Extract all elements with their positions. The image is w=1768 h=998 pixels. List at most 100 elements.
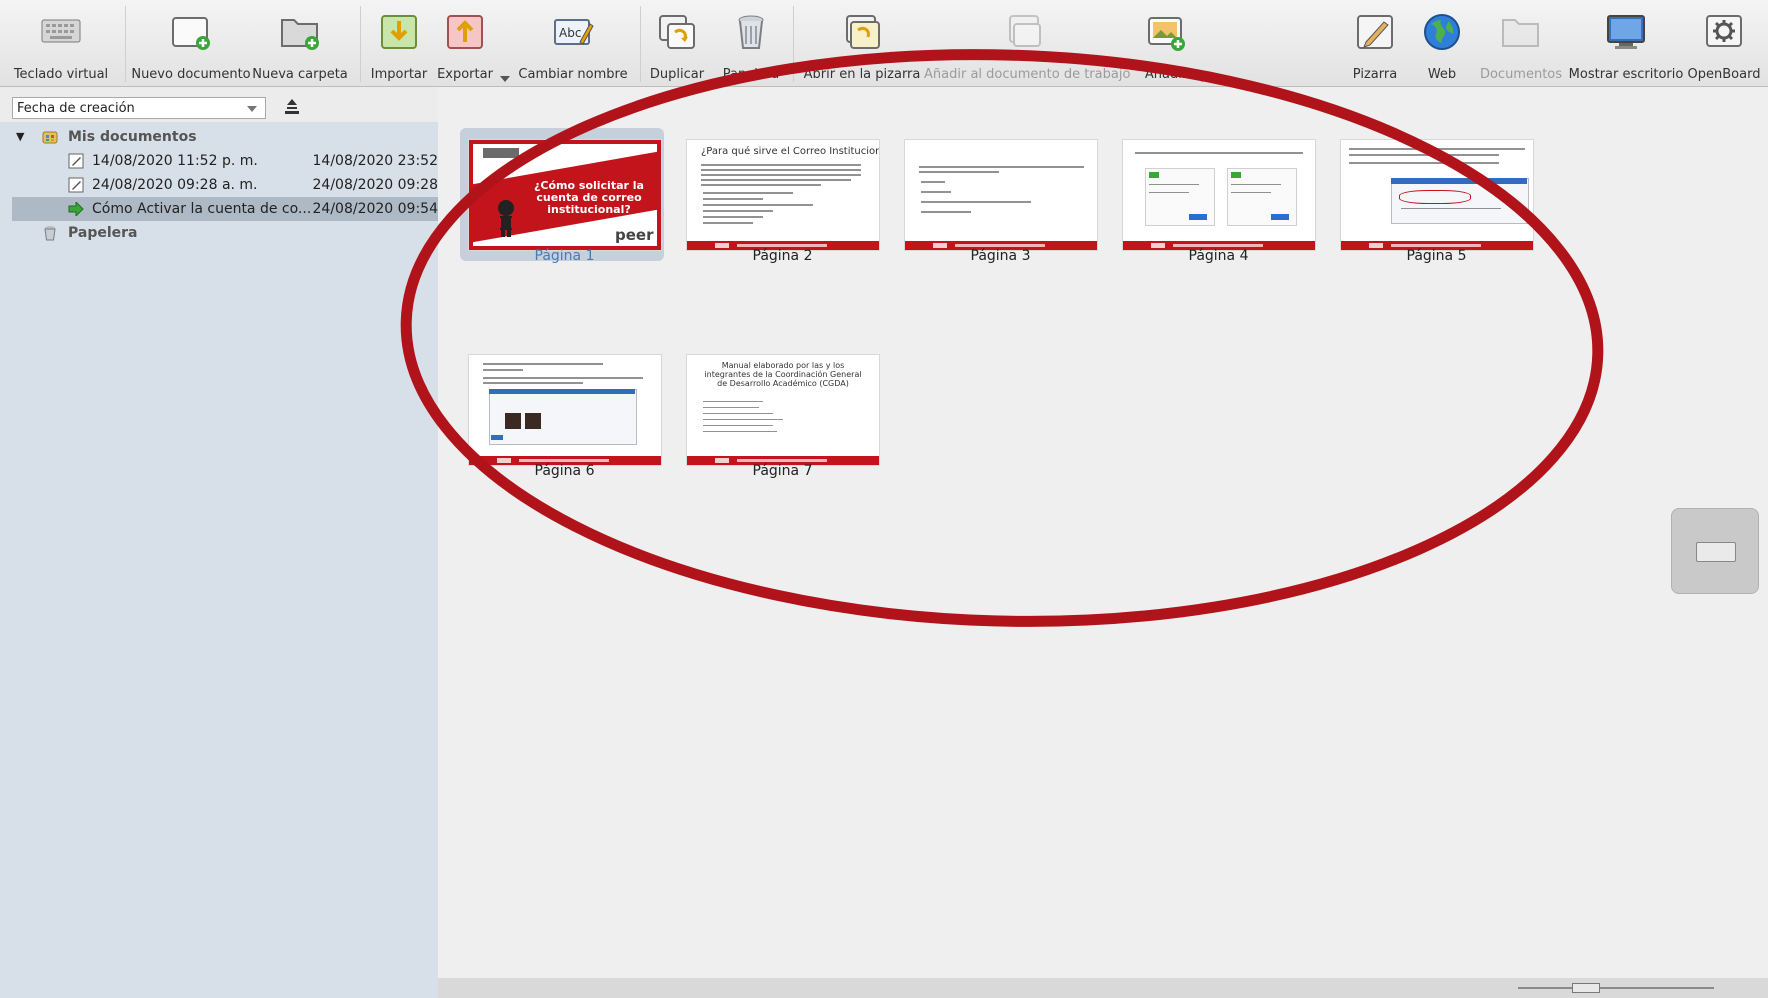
zoom-slider-track[interactable] <box>1518 987 1714 989</box>
toolbar-label: Teclado virtual <box>13 67 109 82</box>
page-thumbnail-4[interactable] <box>1122 139 1316 251</box>
page-thumbnail-1[interactable]: ¿Cómo solicitar la cuenta de correo inst… <box>468 139 662 251</box>
export-icon <box>447 15 483 49</box>
export-dropdown-arrow-icon[interactable] <box>500 76 510 82</box>
chevron-down-icon <box>247 106 257 112</box>
document-date: 24/08/2020 09:54 <box>312 201 439 217</box>
openboard-window: Teclado virtual Nuevo documento Nueva ca… <box>0 0 1768 998</box>
add-to-working-document-button[interactable]: Añadir al documento de trabajo <box>924 0 1131 86</box>
page-label-6: Página 6 <box>534 463 595 479</box>
sort-order-icon[interactable] <box>284 98 300 116</box>
floating-keyboard-button[interactable] <box>1671 508 1759 594</box>
rename-icon: Abc <box>554 19 594 45</box>
document-name: 14/08/2020 11:52 p. m. <box>92 153 258 169</box>
slide-title: Manual elaborado por las y los integrant… <box>704 361 862 388</box>
board-button[interactable]: Pizarra <box>1340 0 1410 86</box>
page-thumbnails-area: ¿Cómo solicitar la cuenta de correo inst… <box>438 87 1768 998</box>
document-tree-panel: Fecha de creación ▼ Mis documentos 14/08… <box>0 87 438 998</box>
page-label-5: Página 5 <box>1406 248 1467 264</box>
show-desktop-button[interactable]: Mostrar escritorio <box>1568 0 1684 86</box>
tree-document-row[interactable]: 14/08/2020 11:52 p. m. 14/08/2020 23:52 <box>12 149 438 173</box>
document-date: 14/08/2020 23:52 <box>312 153 439 169</box>
document-name: Cómo Activar la cuenta de co... <box>92 201 312 217</box>
openboard-menu-button[interactable]: OpenBoard <box>1684 0 1764 86</box>
import-button[interactable]: Importar <box>366 0 432 86</box>
page-thumbnail-5[interactable] <box>1340 139 1534 251</box>
peer-logo: peer <box>615 226 654 244</box>
svg-text:Abc: Abc <box>559 26 581 40</box>
keyboard-icon <box>41 19 81 43</box>
tree-folder-my-documents[interactable]: ▼ Mis documentos <box>12 125 438 149</box>
new-folder-icon <box>281 19 319 50</box>
web-button[interactable]: Web <box>1410 0 1474 86</box>
keyboard-icon <box>1696 542 1736 562</box>
toolbar-label: Duplicar <box>649 67 705 82</box>
export-button[interactable]: Exportar <box>432 0 498 86</box>
globe-icon <box>1424 14 1460 50</box>
open-in-board-icon <box>846 15 880 49</box>
mascot-icon <box>497 200 515 237</box>
trash-label: Papelera <box>68 225 138 241</box>
active-document-arrow-icon <box>68 202 84 216</box>
new-document-icon <box>172 17 210 50</box>
toolbar-label: OpenBoard <box>1687 67 1761 82</box>
toolbar-label: Mostrar escritorio <box>1568 67 1684 82</box>
desktop-icon <box>1607 15 1645 49</box>
page-thumbnail-6[interactable] <box>468 354 662 466</box>
page-thumbnail-3[interactable] <box>904 139 1098 251</box>
page-thumbnail-2[interactable]: ¿Para qué sirve el Correo Institucional? <box>686 139 880 251</box>
toolbar-label: Papelera <box>722 67 780 82</box>
documents-button[interactable]: Documentos <box>1474 0 1568 86</box>
toolbar-label: Cambiar nombre <box>518 67 628 82</box>
toolbar-label: Abrir en la pizarra <box>803 67 921 82</box>
add-to-document-icon <box>1009 15 1041 47</box>
document-edit-icon <box>68 153 84 169</box>
page-label-4: Página 4 <box>1188 248 1249 264</box>
page-label-3: Página 3 <box>970 248 1031 264</box>
add-icon <box>1148 17 1185 51</box>
trash-button[interactable]: Papelera <box>709 0 793 86</box>
document-date: 24/08/2020 09:28 <box>312 177 439 193</box>
slide-title: ¿Para qué sirve el Correo Institucional? <box>701 146 880 157</box>
tree-folder-trash[interactable]: Papelera <box>12 221 438 245</box>
open-in-board-button[interactable]: Abrir en la pizarra <box>800 0 924 86</box>
trash-icon <box>44 226 56 241</box>
toolbar-label: Exportar <box>437 67 493 82</box>
toolbar: Teclado virtual Nuevo documento Nueva ca… <box>0 0 1768 87</box>
expand-triangle-icon[interactable]: ▼ <box>16 125 24 149</box>
trash-icon <box>738 15 764 49</box>
tree-document-row-selected[interactable]: Cómo Activar la cuenta de co... 24/08/20… <box>12 197 438 221</box>
new-folder-button[interactable]: Nueva carpeta <box>252 0 348 86</box>
openboard-settings-icon <box>1706 15 1742 47</box>
tree-document-row[interactable]: 24/08/2020 09:28 a. m. 24/08/2020 09:28 <box>12 173 438 197</box>
rename-button[interactable]: Abc Cambiar nombre <box>513 0 633 86</box>
board-icon <box>1357 15 1393 49</box>
page-label-2: Página 2 <box>752 248 813 264</box>
document-name: 24/08/2020 09:28 a. m. <box>92 177 258 193</box>
documents-icon <box>1502 19 1539 47</box>
page-thumbnail-7[interactable]: Manual elaborado por las y los integrant… <box>686 354 880 466</box>
toolbar-label: Web <box>1427 67 1457 82</box>
toolbar-label: Pizarra <box>1352 67 1398 82</box>
toolbar-label: Importar <box>370 67 428 82</box>
my-documents-icon <box>42 131 58 144</box>
duplicate-button[interactable]: Duplicar <box>645 0 709 86</box>
toolbar-label: Nueva carpeta <box>252 67 348 82</box>
import-icon <box>381 15 417 49</box>
sort-by-select[interactable]: Fecha de creación <box>12 97 266 119</box>
virtual-keyboard-button[interactable]: Teclado virtual <box>0 0 122 86</box>
document-edit-icon <box>68 177 84 193</box>
toolbar-label: Añadir <box>1144 67 1188 82</box>
page-label-1: Página 1 <box>534 248 595 264</box>
thumbnail-zoom-bar <box>438 978 1768 998</box>
add-button[interactable]: Añadir <box>1126 0 1206 86</box>
add-dropdown-arrow-icon[interactable] <box>1197 76 1207 82</box>
duplicate-icon <box>659 15 695 49</box>
new-document-button[interactable]: Nuevo documento <box>130 0 252 86</box>
sort-bar: Fecha de creación <box>0 87 438 122</box>
toolbar-label: Documentos <box>1479 67 1563 82</box>
zoom-slider-handle[interactable] <box>1572 983 1600 993</box>
sort-by-value: Fecha de creación <box>17 101 135 116</box>
toolbar-label: Nuevo documento <box>131 67 251 82</box>
toolbar-label: Añadir al documento de trabajo <box>924 67 1131 82</box>
